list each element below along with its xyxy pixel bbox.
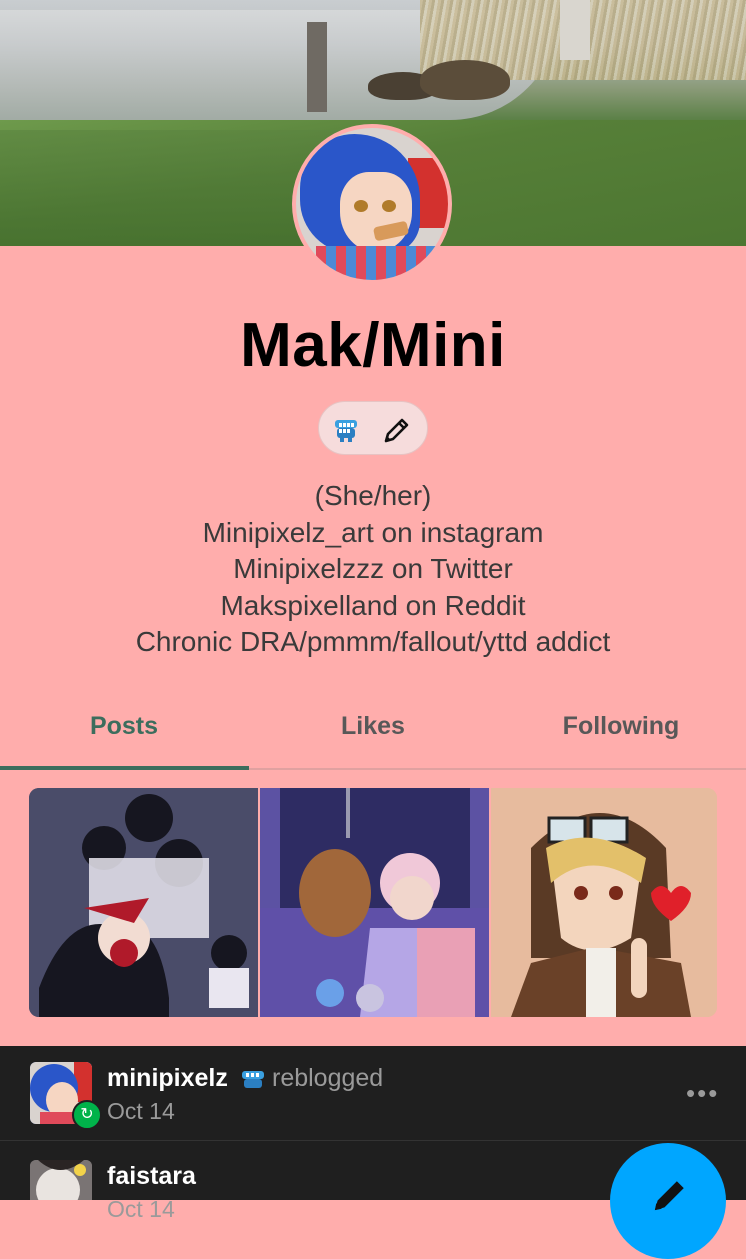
bio-line: (She/her) [314,480,432,511]
blog-title: Mak/Mini [240,311,506,380]
profile-avatar[interactable] [292,124,452,284]
blue-chattering-teeth-icon [335,420,357,442]
bio-line: Makspixelland on Reddit [220,589,526,621]
post-thumbnail[interactable] [260,788,489,1017]
tab-likes[interactable]: Likes [249,712,497,741]
active-tab-indicator [0,766,249,770]
post-thumbnail[interactable] [29,788,258,1017]
badges-pill[interactable] [318,401,428,455]
author-avatar[interactable] [30,1160,92,1200]
reblogger-username[interactable]: minipixelz [107,1064,228,1093]
post-thumbnail[interactable] [491,788,717,1017]
tab-posts[interactable]: Posts [0,712,248,741]
pencil-icon [384,418,409,443]
bio-line: Minipixelzzz on Twitter [233,553,513,584]
more-options-icon[interactable]: ••• [686,1078,719,1109]
profile-tabs: Posts Likes Following [0,700,746,770]
bio-line: Chronic DRA/pmmm/fallout/yttd addict [135,626,611,657]
blog-description: (She/her) Minipixelz_art on instagram Mi… [0,478,746,661]
blue-chattering-teeth-icon [242,1071,264,1088]
reblog-icon: ↻ [72,1100,102,1130]
pencil-icon [654,1181,684,1211]
post-grid [29,788,717,1017]
post-date: Oct 14 [107,1098,175,1124]
bio-line: Minipixelz_art on instagram [202,516,544,548]
feed-divider [0,1140,746,1141]
post-date: Oct 14 [107,1196,175,1222]
tab-following[interactable]: Following [497,712,745,741]
author-username[interactable]: faistara [107,1162,196,1191]
compose-button[interactable] [610,1143,726,1259]
reblog-action-text: reblogged [272,1064,384,1092]
